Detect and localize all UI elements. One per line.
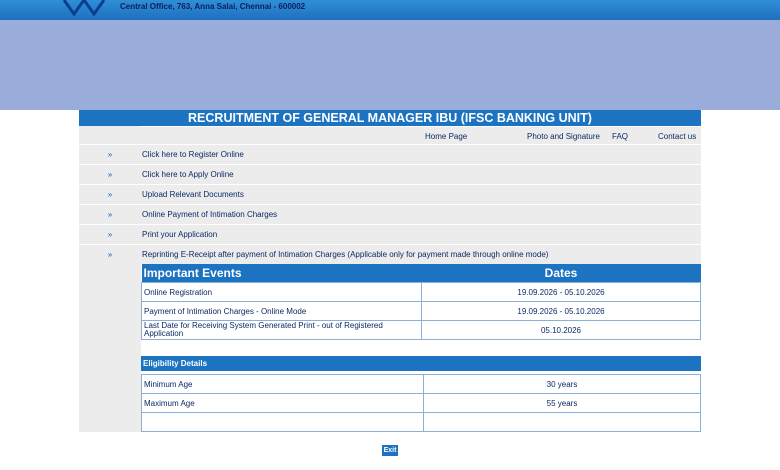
exit-button[interactable]: Exit [382, 445, 398, 456]
nav-faq-link[interactable]: FAQ [612, 132, 628, 141]
important-events-table: Important Events Dates Online Registrati… [141, 264, 701, 340]
top-header-bar: Central Office, 763, Anna Salai, Chennai… [0, 0, 780, 20]
arrow-icon: » [107, 250, 113, 259]
eligibility-title: Eligibility Details [141, 356, 701, 371]
eligibility-value: 30 years [423, 374, 701, 394]
table-row [141, 412, 701, 432]
menu-item-payment[interactable]: » Online Payment of Intimation Charges [79, 204, 701, 224]
menu-item-apply[interactable]: » Click here to Apply Online [79, 164, 701, 184]
office-address: Central Office, 763, Anna Salai, Chennai… [120, 2, 306, 11]
menu-item-upload[interactable]: » Upload Relevant Documents [79, 184, 701, 204]
menu-item-label[interactable]: Upload Relevant Documents [141, 185, 701, 204]
arrow-icon: » [107, 150, 113, 159]
bank-logo-icon [62, 0, 106, 16]
nav-contact-link[interactable]: Contact us [658, 132, 696, 141]
table-row: Minimum Age 30 years [141, 374, 701, 394]
eligibility-header-row: Eligibility Details [79, 356, 701, 371]
eligibility-label: Maximum Age [141, 393, 424, 413]
dates-col-header: Dates [421, 264, 701, 283]
arrow-icon: » [107, 190, 113, 199]
menu-item-label[interactable]: Click here to Apply Online [141, 165, 701, 184]
eligibility-table: Minimum Age 30 years Maximum Age 55 year… [141, 374, 701, 432]
eligibility-label: Minimum Age [141, 374, 424, 394]
table-row: Payment of Intimation Charges - Online M… [141, 301, 701, 321]
event-name: Last Date for Receiving System Generated… [141, 320, 422, 340]
eligibility-label [141, 412, 424, 432]
event-date: 19.09.2026 - 05.10.2026 [421, 301, 701, 321]
header-banner [0, 20, 780, 110]
important-events-section: Important Events Dates Online Registrati… [79, 264, 701, 340]
arrow-icon: » [107, 230, 113, 239]
arrow-icon: » [107, 170, 113, 179]
events-col-header: Important Events [141, 264, 422, 283]
table-row: Online Registration 19.09.2026 - 05.10.2… [141, 282, 701, 302]
eligibility-value [423, 412, 701, 432]
table-row: Maximum Age 55 years [141, 393, 701, 413]
page-title: RECRUITMENT OF GENERAL MANAGER IBU (IFSC… [79, 110, 701, 126]
event-name: Online Registration [141, 282, 422, 302]
menu-item-label[interactable]: Reprinting E-Receipt after payment of In… [141, 245, 701, 264]
top-nav: Home Page Photo and Signature FAQ Contac… [79, 126, 701, 144]
menu-item-register[interactable]: » Click here to Register Online [79, 144, 701, 164]
nav-home-link[interactable]: Home Page [425, 132, 467, 141]
eligibility-value: 55 years [423, 393, 701, 413]
event-date: 05.10.2026 [421, 320, 701, 340]
event-date: 19.09.2026 - 05.10.2026 [421, 282, 701, 302]
main-content: RECRUITMENT OF GENERAL MANAGER IBU (IFSC… [79, 110, 701, 432]
menu-item-reprint[interactable]: » Reprinting E-Receipt after payment of … [79, 244, 701, 264]
event-name: Payment of Intimation Charges - Online M… [141, 301, 422, 321]
menu-item-label[interactable]: Click here to Register Online [141, 145, 701, 164]
menu-item-print[interactable]: » Print your Application [79, 224, 701, 244]
menu-item-label[interactable]: Print your Application [141, 225, 701, 244]
nav-photo-signature-link[interactable]: Photo and Signature [527, 132, 600, 141]
eligibility-section: Minimum Age 30 years Maximum Age 55 year… [79, 374, 701, 432]
table-row: Last Date for Receiving System Generated… [141, 320, 701, 340]
arrow-icon: » [107, 210, 113, 219]
menu-item-label[interactable]: Online Payment of Intimation Charges [141, 205, 701, 224]
